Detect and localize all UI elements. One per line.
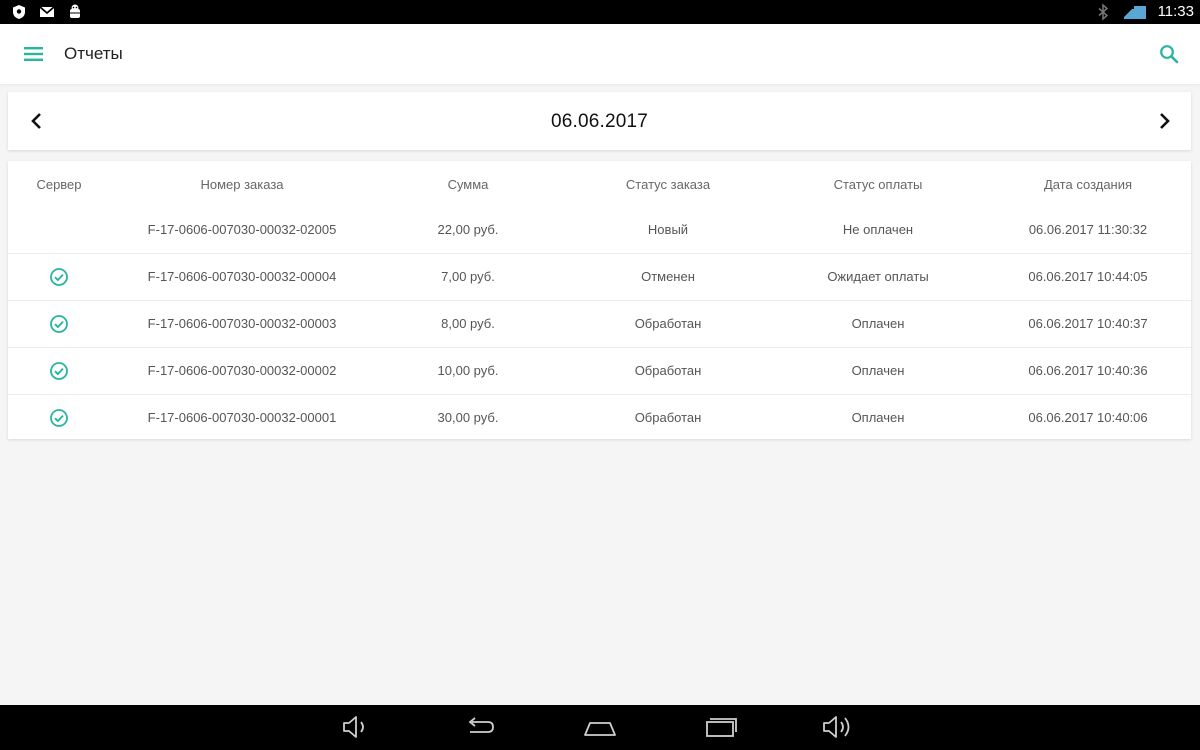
app-bar: Отчеты [0, 24, 1200, 84]
payment-status: Оплачен [851, 316, 905, 331]
order-number: F-17-0606-007030-00032-00002 [147, 363, 337, 378]
page-title: Отчеты [64, 44, 123, 63]
server-status [8, 300, 110, 347]
shield-icon [13, 5, 25, 19]
created-date: 06.06.2017 10:44:05 [1028, 269, 1148, 284]
table-row[interactable]: F-17-0606-007030-00032-02005 22,00 руб. … [8, 206, 1191, 254]
navigation-bar [0, 705, 1200, 750]
order-status: Отменен [641, 269, 695, 284]
server-status [8, 347, 110, 394]
table-row[interactable]: F-17-0606-007030-00032-00004 7,00 руб. О… [8, 253, 1191, 301]
table-row[interactable]: F-17-0606-007030-00032-00002 10,00 руб. … [8, 347, 1191, 395]
server-status [8, 206, 110, 253]
check-circle-icon [50, 267, 68, 286]
search-icon[interactable] [1156, 41, 1182, 67]
check-circle-icon [50, 408, 68, 427]
server-status [8, 394, 110, 441]
order-status: Обработан [634, 363, 702, 378]
order-sum: 22,00 руб. [437, 222, 499, 237]
status-time: 11:33 [1157, 3, 1194, 20]
home-icon[interactable] [582, 713, 618, 741]
order-number: F-17-0606-007030-00032-00003 [147, 316, 337, 331]
server-status [8, 253, 110, 300]
payment-status: Ожидает оплаты [827, 269, 929, 284]
created-date: 06.06.2017 11:30:32 [1028, 222, 1148, 237]
column-header-order-status: Статус заказа [625, 177, 711, 192]
order-number: F-17-0606-007030-00032-00001 [147, 410, 337, 425]
column-header-sum: Сумма [447, 177, 489, 192]
table-header: Сервер Номер заказа Сумма Статус заказа … [8, 161, 1191, 208]
created-date: 06.06.2017 10:40:37 [1028, 316, 1148, 331]
status-bar: 11:33 [0, 0, 1200, 24]
volume-down-icon[interactable] [340, 713, 376, 741]
column-header-order-number: Номер заказа [200, 177, 284, 192]
recents-icon[interactable] [703, 713, 739, 741]
volume-up-icon[interactable] [820, 713, 856, 741]
orders-table: Сервер Номер заказа Сумма Статус заказа … [8, 161, 1191, 439]
gmail-icon [39, 6, 55, 17]
network-icon [1123, 6, 1146, 19]
table-row[interactable]: F-17-0606-007030-00032-00001 30,00 руб. … [8, 394, 1191, 441]
order-status: Обработан [634, 410, 702, 425]
created-date: 06.06.2017 10:40:06 [1028, 410, 1148, 425]
chevron-right-icon[interactable] [1151, 108, 1177, 134]
created-date: 06.06.2017 10:40:36 [1028, 363, 1148, 378]
column-header-payment-status: Статус оплаты [833, 177, 923, 192]
order-number: F-17-0606-007030-00032-00004 [147, 269, 337, 284]
check-circle-icon [50, 361, 68, 380]
status-right-icons: 11:33 [1094, 2, 1194, 22]
payment-status: Оплачен [851, 410, 905, 425]
bluetooth-icon [1098, 3, 1108, 21]
payment-status: Оплачен [851, 363, 905, 378]
order-sum: 10,00 руб. [437, 363, 499, 378]
order-status: Новый [647, 222, 689, 237]
order-sum: 8,00 руб. [441, 316, 495, 331]
payment-status: Не оплачен [842, 222, 914, 237]
current-date: 06.06.2017 [550, 111, 649, 132]
date-navigator: 06.06.2017 [8, 92, 1191, 150]
table-row[interactable]: F-17-0606-007030-00032-00003 8,00 руб. О… [8, 300, 1191, 348]
order-sum: 30,00 руб. [437, 410, 499, 425]
back-icon[interactable] [462, 713, 498, 741]
order-sum: 7,00 руб. [441, 269, 495, 284]
android-debug-icon [70, 4, 80, 18]
status-left-icons [10, 3, 84, 21]
column-header-server: Сервер [36, 177, 82, 192]
hamburger-menu-icon[interactable] [20, 40, 48, 68]
check-circle-icon [50, 314, 68, 333]
order-number: F-17-0606-007030-00032-02005 [147, 222, 337, 237]
order-status: Обработан [634, 316, 702, 331]
column-header-created-date: Дата создания [1043, 177, 1133, 192]
